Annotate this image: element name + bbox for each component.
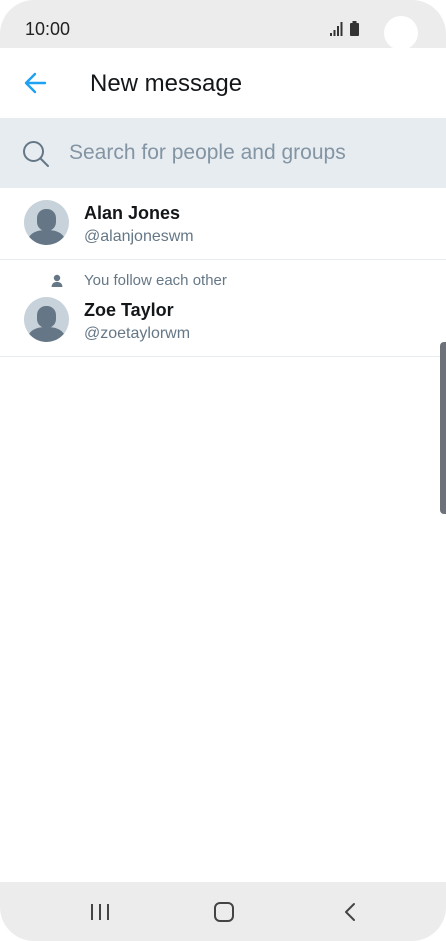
contact-name: Zoe Taylor <box>84 300 174 320</box>
follow-context-text: You follow each other <box>84 272 227 289</box>
search-input[interactable] <box>69 138 419 168</box>
recent-apps-button[interactable] <box>60 882 140 941</box>
arrow-left-icon <box>24 72 47 94</box>
status-bar: 10:00 <box>0 0 446 50</box>
search-icon <box>23 141 49 167</box>
home-button[interactable] <box>184 882 264 941</box>
search-bar[interactable] <box>0 118 446 188</box>
avatar <box>24 200 69 245</box>
contact-handle: @alanjoneswm <box>84 228 194 245</box>
default-avatar-icon <box>26 209 67 245</box>
status-icons <box>328 20 368 38</box>
back-icon <box>345 902 355 921</box>
contact-row-alan-jones[interactable]: Alan Jones @alanjoneswm <box>0 189 446 260</box>
page-title: New message <box>90 70 243 97</box>
contact-row-zoe-taylor[interactable]: You follow each other Zoe Taylor @zoetay… <box>0 260 446 357</box>
recent-apps-icon <box>91 903 109 920</box>
camera-cutout <box>384 16 418 50</box>
signal-icon <box>330 21 359 36</box>
default-avatar-icon <box>26 306 67 342</box>
status-time: 10:00 <box>25 19 71 39</box>
battery-icon <box>350 21 359 36</box>
contact-name: Alan Jones <box>84 203 181 223</box>
app-header: New message <box>0 48 446 118</box>
contact-handle: @zoetaylorwm <box>84 325 191 342</box>
back-button[interactable] <box>18 66 52 100</box>
system-back-button[interactable] <box>310 882 390 941</box>
home-icon <box>214 901 234 922</box>
phone-screen: 10:00 New message Search for people and … <box>0 0 446 941</box>
avatar <box>24 297 69 342</box>
system-nav-bar <box>0 882 446 941</box>
scrollbar[interactable] <box>440 342 446 514</box>
person-icon <box>51 274 63 287</box>
